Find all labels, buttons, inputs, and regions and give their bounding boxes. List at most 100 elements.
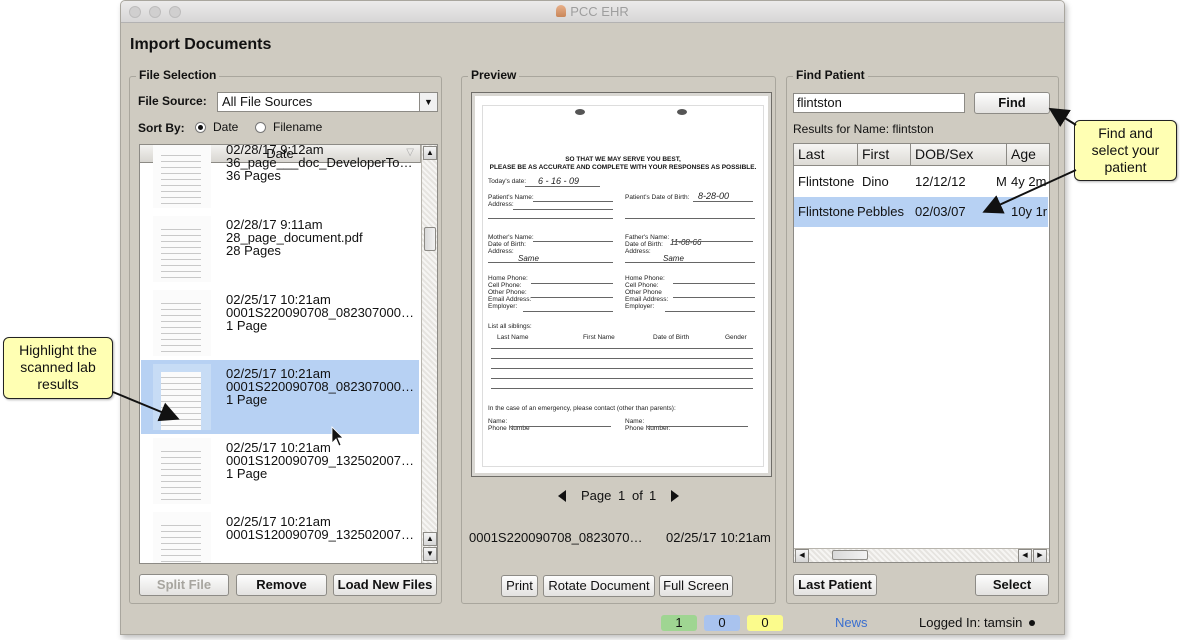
find-button[interactable]: Find <box>974 92 1050 114</box>
doc-text: Today's date: <box>488 178 527 185</box>
scroll-right-icon[interactable]: ▶ <box>1033 549 1047 562</box>
find-patient-callout: Find and select your patient <box>1074 120 1177 181</box>
sort-filename-label: Filename <box>273 120 323 134</box>
doc-line <box>673 297 755 298</box>
find-patient-legend: Find Patient <box>793 68 868 82</box>
blue-count-badge[interactable]: 0 <box>704 615 740 631</box>
doc-text: Cell Phone: <box>488 282 522 289</box>
patient-row[interactable]: Flintstone Dino 12/12/12 M 4y 2m <box>794 167 1048 197</box>
file-selection-group: File Selection File Source: All File Sou… <box>129 68 442 604</box>
file-pages: 36 Pages <box>226 168 281 183</box>
patient-age: 4y 2m <box>1011 174 1047 189</box>
scroll-left-icon[interactable]: ◀ <box>795 549 809 562</box>
window-title: PCC EHR <box>121 4 1064 19</box>
file-list[interactable]: Date ▽ 02/28/17 9:12am 36_page___doc_Dev… <box>139 144 438 564</box>
doc-text: Name: <box>625 418 645 425</box>
patient-results-table[interactable]: Last First DOB/Sex Age Flintstone Dino 1… <box>793 143 1050 563</box>
scroll-down-icon[interactable]: ▼ <box>423 547 437 561</box>
doc-line <box>491 388 753 389</box>
results-label: Results for Name: flintston <box>793 122 934 136</box>
file-item-selected[interactable]: 02/25/17 10:21am 0001S220090708_08230700… <box>141 360 419 434</box>
doc-handwriting: 8-28-00 <box>698 191 730 201</box>
callout-line: Find and <box>1098 125 1153 141</box>
results-horizontal-scrollbar[interactable]: ◀ ◀ ▶ <box>794 548 1049 562</box>
doc-text: Employer: <box>625 303 655 310</box>
doc-heading: SO THAT WE MAY SERVE YOU BEST, <box>565 156 681 163</box>
doc-line <box>525 186 600 187</box>
full-screen-button[interactable]: Full Screen <box>659 575 733 597</box>
patient-row-selected[interactable]: Flintstone Pebbles 02/03/07 10y 1r <box>794 197 1048 227</box>
file-thumbnail <box>153 145 211 208</box>
doc-line <box>533 201 613 202</box>
column-header-last[interactable]: Last <box>794 144 858 166</box>
next-page-icon[interactable] <box>671 490 679 502</box>
logged-in-status: Logged In: tamsin <box>919 615 1023 630</box>
sort-filename-radio[interactable] <box>255 122 266 133</box>
doc-handwriting: 11-08-66 <box>670 238 702 247</box>
doc-line <box>533 241 613 242</box>
callout-line: scanned lab <box>20 359 96 375</box>
rotate-document-button[interactable]: Rotate Document <box>543 575 655 597</box>
file-item[interactable]: 02/25/17 10:21am 0001S120090709_13250200… <box>141 508 419 563</box>
file-thumbnail <box>153 290 211 356</box>
column-header-age[interactable]: Age <box>1007 144 1049 166</box>
load-new-files-button[interactable]: Load New Files <box>333 574 437 596</box>
doc-line <box>625 262 755 263</box>
page-total: 1 <box>649 488 657 503</box>
news-link[interactable]: News <box>835 615 868 630</box>
scroll-left-icon[interactable]: ◀ <box>1018 549 1032 562</box>
scroll-up-icon[interactable]: ▲ <box>423 146 437 160</box>
file-item[interactable]: 02/25/17 10:21am 0001S120090709_13250200… <box>141 434 419 508</box>
doc-text: Cell Phone: <box>625 282 659 289</box>
doc-text: Father's Name: <box>625 234 670 241</box>
file-item[interactable]: 02/25/17 10:21am 0001S220090708_08230700… <box>141 286 419 360</box>
scroll-thumb[interactable] <box>424 227 436 251</box>
file-source-select[interactable]: All File Sources ▼ <box>217 92 438 112</box>
doc-line <box>665 311 755 312</box>
page-current: 1 <box>618 488 626 503</box>
file-thumbnail <box>153 364 211 430</box>
file-item[interactable]: 02/28/17 9:11am 28_page_document.pdf 28 … <box>141 212 419 286</box>
doc-text: Address: <box>488 248 514 255</box>
doc-text: List all siblings: <box>488 323 532 330</box>
yellow-count-badge[interactable]: 0 <box>747 615 783 631</box>
status-dot-icon <box>1029 620 1035 626</box>
doc-line <box>673 283 755 284</box>
print-button[interactable]: Print <box>501 575 538 597</box>
scroll-up-icon[interactable]: ▲ <box>423 532 437 546</box>
page-title: Import Documents <box>130 36 272 53</box>
file-name: 0001S120090709_132502007… <box>226 527 414 542</box>
title-bar: PCC EHR <box>121 1 1064 23</box>
punch-hole <box>575 109 585 115</box>
document-preview[interactable]: SO THAT WE MAY SERVE YOU BEST, PLEASE BE… <box>471 92 772 477</box>
column-header-first[interactable]: First <box>858 144 911 166</box>
patient-dob: 12/12/12 <box>915 174 966 189</box>
file-source-value: All File Sources <box>222 94 313 109</box>
preview-filedate: 02/25/17 10:21am <box>666 530 771 545</box>
doc-text: Last Name <box>497 334 529 341</box>
doc-line <box>491 378 753 379</box>
doc-line <box>491 368 753 369</box>
green-count-badge[interactable]: 1 <box>661 615 697 631</box>
column-header-dob-sex[interactable]: DOB/Sex <box>911 144 1007 166</box>
punch-hole <box>677 109 687 115</box>
doc-line <box>693 201 753 202</box>
window-title-text: PCC EHR <box>570 4 629 19</box>
file-item[interactable]: 02/28/17 9:12am 36_page___doc_DeveloperT… <box>141 145 419 212</box>
doc-line <box>531 297 613 298</box>
doc-text: Address: <box>625 248 651 255</box>
select-button[interactable]: Select <box>975 574 1049 596</box>
patient-sex: M <box>996 174 1007 189</box>
file-list-scrollbar[interactable]: ▲ ▲ ▼ <box>421 145 437 563</box>
doc-text: Patient's Date of Birth: <box>625 194 690 201</box>
previous-page-icon[interactable] <box>558 490 566 502</box>
remove-button[interactable]: Remove <box>236 574 327 596</box>
doc-text: Employer: <box>488 303 518 310</box>
last-patient-button[interactable]: Last Patient <box>793 574 877 596</box>
split-file-button[interactable]: Split File <box>139 574 229 596</box>
doc-text: Address: <box>488 201 514 208</box>
horizontal-scroll-thumb[interactable] <box>832 550 868 560</box>
sort-date-radio[interactable] <box>195 122 206 133</box>
doc-text: In the case of an emergency, please cont… <box>488 405 676 412</box>
patient-search-input[interactable]: flintston <box>793 93 965 113</box>
